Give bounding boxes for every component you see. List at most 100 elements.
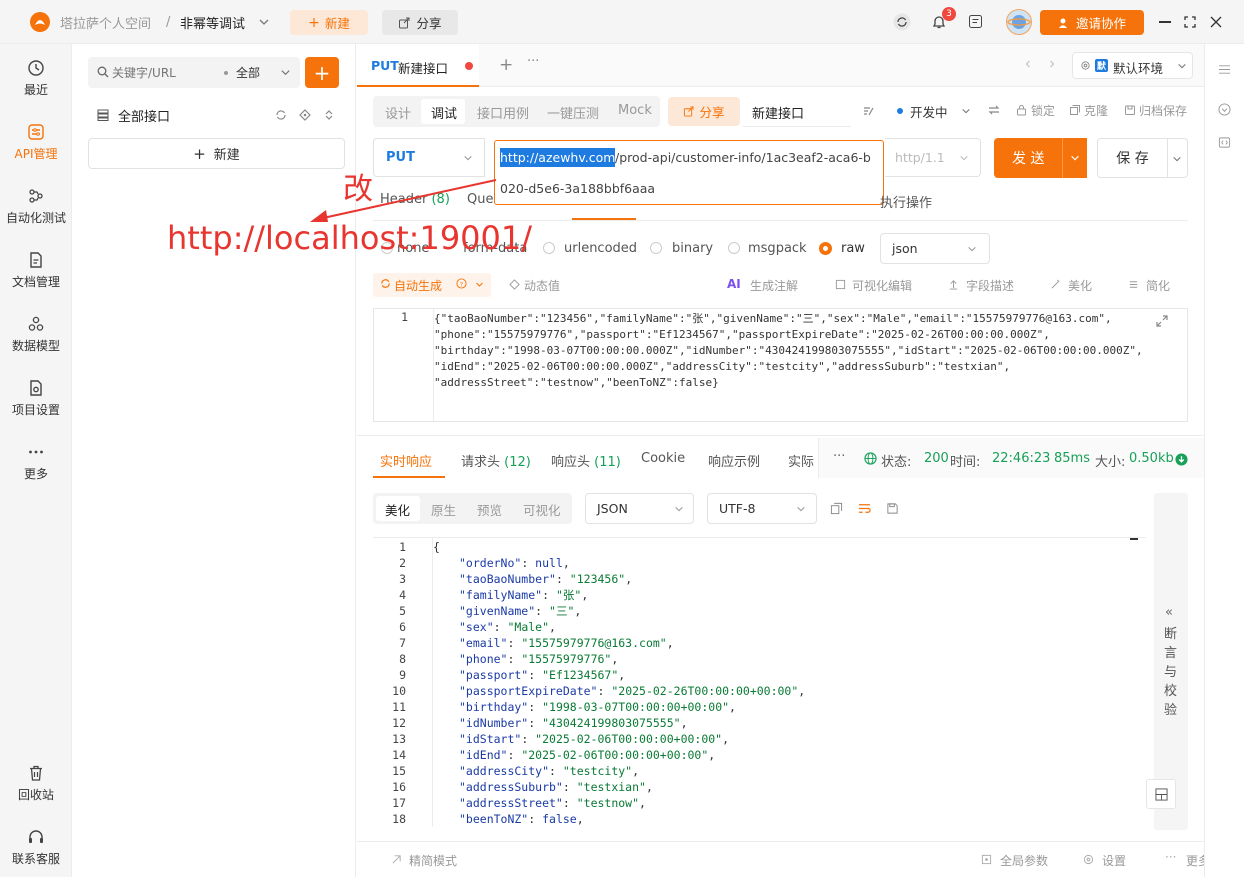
tab-cases[interactable]: 接口用例 bbox=[477, 103, 529, 122]
archive-button[interactable]: 归档保存 bbox=[1139, 102, 1187, 119]
nav-more[interactable]: 更多 bbox=[0, 434, 72, 490]
chevron-left-icon[interactable] bbox=[1023, 59, 1033, 69]
view-preview[interactable]: 预览 bbox=[477, 500, 502, 519]
project-name[interactable]: 非幂等调试 bbox=[180, 0, 245, 44]
avatar[interactable] bbox=[1006, 9, 1032, 35]
tab-post-ops[interactable]: 执行操作 bbox=[880, 192, 932, 211]
code-icon[interactable] bbox=[1218, 136, 1231, 149]
sort-icon[interactable] bbox=[323, 109, 335, 121]
body-type-urlencoded[interactable]: urlencoded bbox=[564, 241, 637, 256]
compact-mode-button[interactable]: 精简模式 bbox=[409, 852, 457, 869]
settings-button[interactable]: 设置 bbox=[1102, 852, 1126, 869]
tab-debug[interactable]: 调试 bbox=[431, 103, 457, 122]
invite-button[interactable]: 邀请协作 bbox=[1040, 10, 1144, 35]
message-icon[interactable] bbox=[968, 14, 983, 29]
tree-new-button[interactable]: + 新建 bbox=[88, 138, 345, 169]
more-tabs-icon[interactable]: ··· bbox=[833, 449, 845, 464]
tab-response-headers[interactable]: 响应头 (11) bbox=[551, 451, 621, 470]
lock-icon[interactable] bbox=[1016, 104, 1027, 116]
refresh-icon[interactable] bbox=[893, 13, 911, 31]
tab-design[interactable]: 设计 bbox=[385, 103, 411, 122]
dynamic-value-button[interactable]: 动态值 bbox=[524, 277, 560, 294]
view-raw[interactable]: 原生 bbox=[431, 500, 456, 519]
locate-icon[interactable] bbox=[299, 109, 311, 121]
save-icon[interactable] bbox=[886, 502, 899, 515]
tab-live-response[interactable]: 实时响应 bbox=[380, 451, 432, 470]
chevron-down-icon[interactable] bbox=[280, 67, 291, 78]
chevron-down-icon[interactable] bbox=[961, 106, 971, 116]
environment-select[interactable]: 默 默认环境 bbox=[1072, 52, 1193, 79]
radio-urlencoded[interactable] bbox=[543, 242, 555, 254]
request-name-field[interactable]: 新建接口 bbox=[743, 96, 851, 127]
nav-automation[interactable]: 自动化测试 bbox=[0, 178, 72, 234]
add-button[interactable]: + bbox=[305, 57, 339, 88]
view-beautify[interactable]: 美化 bbox=[385, 500, 410, 519]
share-link-button[interactable]: 分享 bbox=[668, 97, 740, 126]
sync-icon[interactable] bbox=[275, 109, 287, 121]
auto-generate-button[interactable]: 自动生成 ? bbox=[373, 273, 491, 297]
copy-icon[interactable] bbox=[830, 502, 843, 515]
clone-button[interactable]: 克隆 bbox=[1084, 102, 1108, 119]
url-input[interactable]: http://azewhv.com /prod-api/customer-inf… bbox=[494, 140, 884, 205]
menu-icon[interactable] bbox=[1218, 64, 1231, 75]
dev-status-select[interactable]: 开发中 bbox=[910, 102, 948, 121]
new-button[interactable]: + 新建 bbox=[290, 10, 368, 35]
nav-docs[interactable]: 文档管理 bbox=[0, 242, 72, 298]
generate-comments-button[interactable]: 生成注解 bbox=[750, 277, 798, 294]
encoding-select[interactable]: UTF-8 bbox=[707, 493, 817, 524]
response-body-viewer[interactable]: 1 {2 "orderNo": null, 3 "taoBaoNumber": "123… bbox=[373, 537, 1146, 827]
send-options-button[interactable] bbox=[1062, 138, 1087, 178]
simplify-button[interactable]: 简化 bbox=[1146, 277, 1170, 294]
layout-toggle-button[interactable] bbox=[1146, 779, 1176, 809]
tab-request-headers[interactable]: 请求头 (12) bbox=[461, 451, 531, 470]
tab-actual[interactable]: 实际 bbox=[788, 451, 818, 470]
search-box[interactable]: 全部 bbox=[88, 57, 300, 88]
workspace-name[interactable]: 塔拉萨个人空间 bbox=[60, 0, 151, 44]
archive-icon[interactable] bbox=[1124, 104, 1136, 116]
tab-active-request[interactable]: PUT 新建接口 bbox=[357, 44, 479, 87]
transfer-icon[interactable] bbox=[988, 104, 1000, 116]
response-format-select[interactable]: JSON bbox=[585, 493, 694, 524]
download-icon[interactable] bbox=[1175, 453, 1188, 466]
nav-support[interactable]: 联系客服 bbox=[0, 819, 72, 875]
lock-button[interactable]: 锁定 bbox=[1031, 102, 1055, 119]
chevron-down-icon[interactable] bbox=[258, 0, 270, 44]
share-button[interactable]: 分享 bbox=[382, 10, 458, 35]
tree-root-label[interactable]: 全部接口 bbox=[118, 106, 170, 125]
minimize-icon[interactable] bbox=[1159, 21, 1171, 23]
tab-cookie[interactable]: Cookie bbox=[641, 451, 685, 466]
chevron-right-icon[interactable] bbox=[1047, 59, 1057, 69]
scrollbar-thumb[interactable] bbox=[1130, 538, 1138, 540]
filter-select[interactable]: 全部 bbox=[236, 64, 260, 81]
tab-mock[interactable]: Mock bbox=[618, 103, 652, 118]
assertion-panel-toggle[interactable]: « 断言与校验 bbox=[1146, 493, 1188, 830]
protocol-select[interactable]: http/1.1 bbox=[885, 138, 981, 177]
radio-binary[interactable] bbox=[650, 242, 662, 254]
add-tab-icon[interactable]: + bbox=[499, 55, 513, 75]
maximize-icon[interactable] bbox=[1184, 16, 1196, 28]
close-icon[interactable] bbox=[1210, 16, 1222, 28]
nav-api-management[interactable]: API管理 bbox=[0, 114, 72, 170]
radio-msgpack[interactable] bbox=[728, 242, 740, 254]
search-input[interactable] bbox=[112, 63, 212, 82]
wrap-icon[interactable] bbox=[858, 502, 871, 515]
nav-recent[interactable]: 最近 bbox=[0, 50, 72, 106]
visual-edit-button[interactable]: 可视化编辑 bbox=[852, 277, 912, 294]
clone-icon[interactable] bbox=[1069, 104, 1081, 116]
body-type-raw[interactable]: raw bbox=[841, 241, 865, 256]
shield-check-icon[interactable] bbox=[1218, 103, 1231, 116]
nav-trash[interactable]: 回收站 bbox=[0, 755, 72, 811]
edit-icon[interactable] bbox=[862, 104, 875, 117]
global-params-button[interactable]: 全局参数 bbox=[1000, 852, 1048, 869]
request-body-editor[interactable]: 1 {"taoBaoNumber":"123456","familyName":… bbox=[373, 308, 1188, 422]
save-options-button[interactable] bbox=[1168, 138, 1188, 178]
body-type-msgpack[interactable]: msgpack bbox=[748, 241, 807, 256]
save-button[interactable]: 保 存 bbox=[1097, 138, 1168, 178]
view-visualize[interactable]: 可视化 bbox=[523, 500, 561, 519]
radio-raw-selected[interactable] bbox=[819, 242, 832, 255]
nav-project-settings[interactable]: 项目设置 bbox=[0, 370, 72, 426]
tab-load-test[interactable]: 一键压测 bbox=[547, 103, 599, 122]
nav-data-model[interactable]: 数据模型 bbox=[0, 306, 72, 362]
tab-more-icon[interactable]: ··· bbox=[527, 54, 539, 69]
raw-format-select[interactable]: json bbox=[880, 233, 990, 264]
